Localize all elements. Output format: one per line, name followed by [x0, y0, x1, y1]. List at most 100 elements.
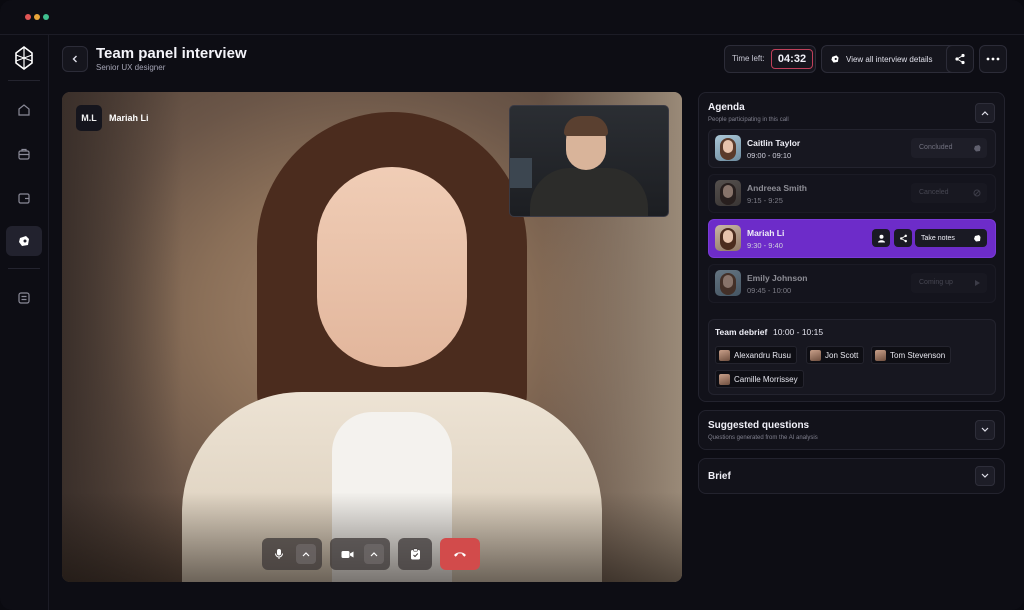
- app-logo-icon[interactable]: [14, 46, 34, 70]
- status-badge: Canceled: [911, 183, 987, 203]
- share-icon: [899, 234, 907, 242]
- share-button[interactable]: [946, 45, 974, 73]
- brief-panel[interactable]: Brief: [698, 458, 1005, 494]
- avatar: [810, 349, 821, 361]
- suggested-questions-expand-button[interactable]: [975, 420, 995, 440]
- camera-control-group: [330, 538, 390, 570]
- suggested-questions-panel[interactable]: Suggested questions Questions generated …: [698, 410, 1005, 450]
- pip-background-monitor: [510, 158, 532, 188]
- debrief-participant-chip[interactable]: Alexandru Rusu: [715, 346, 797, 364]
- app-window: Team panel interview Senior UX designer …: [0, 0, 1024, 610]
- notes-control-group: [398, 538, 432, 570]
- wallet-icon: [18, 193, 30, 204]
- take-notes-label: Take notes: [921, 234, 955, 242]
- sidebar-item-jobs[interactable]: [6, 139, 42, 169]
- participant-name: Mariah Li: [109, 113, 149, 123]
- home-icon: [18, 104, 30, 116]
- view-details-label: View all interview details: [846, 54, 933, 64]
- agenda-row-time: 9:15 - 9:25: [747, 196, 783, 205]
- chevron-left-icon: [72, 55, 77, 63]
- avatar: [715, 180, 741, 206]
- self-view-video[interactable]: [509, 105, 669, 217]
- chevron-up-icon: [302, 552, 310, 557]
- user-icon: [877, 234, 885, 242]
- interview-icon: [19, 236, 29, 246]
- sidebar-item-wallet[interactable]: [6, 183, 42, 213]
- agenda-row-time: 09:00 - 09:10: [747, 151, 792, 160]
- avatar: [719, 373, 730, 385]
- agenda-panel: Agenda People participating in this call…: [698, 92, 1005, 402]
- agenda-row-name: Emily Johnson: [747, 273, 808, 283]
- agenda-row-name: Caitlin Taylor: [747, 138, 801, 148]
- chip-label: Jon Scott: [825, 350, 859, 360]
- debrief-time: 10:00 - 10:15: [773, 327, 824, 337]
- participant-name-tag: M.L Mariah Li: [76, 105, 149, 131]
- clipboard-icon: [410, 548, 420, 560]
- back-button[interactable]: [62, 46, 88, 72]
- team-debrief-card: Team debrief 10:00 - 10:15 Alexandru Rus…: [708, 319, 996, 395]
- chip-label: Camille Morrissey: [734, 374, 798, 384]
- mic-options-button[interactable]: [296, 544, 316, 564]
- agenda-row-andreea-smith[interactable]: Andreea Smith 9:15 - 9:25 Canceled: [708, 174, 996, 213]
- share-icon: [955, 53, 965, 65]
- sidebar-item-home[interactable]: [6, 95, 42, 125]
- debrief-participant-chip[interactable]: Jon Scott: [806, 346, 865, 364]
- avatar: [715, 225, 741, 251]
- sidebar-divider: [8, 268, 40, 269]
- interview-icon: [831, 55, 839, 63]
- suggested-questions-title: Suggested questions: [708, 420, 810, 431]
- agenda-row-time: 9:30 - 9:40: [747, 241, 783, 250]
- agenda-row-caitlin-taylor[interactable]: Caitlin Taylor 09:00 - 09:10 Concluded: [708, 129, 996, 168]
- minimize-window-dot[interactable]: [34, 14, 40, 20]
- microphone-icon: [275, 549, 283, 559]
- time-left-label: Time left:: [732, 54, 765, 63]
- chevron-up-icon: [981, 111, 989, 116]
- sidebar-item-settings[interactable]: [6, 283, 42, 313]
- more-horizontal-icon: [986, 57, 1000, 61]
- chip-label: Alexandru Rusu: [734, 350, 791, 360]
- take-notes-button[interactable]: Take notes: [915, 229, 987, 247]
- briefcase-icon: [18, 148, 30, 160]
- debrief-title: Team debrief: [715, 327, 768, 337]
- page-title: Team panel interview: [96, 45, 247, 62]
- page-subtitle: Senior UX designer: [96, 63, 166, 72]
- avatar: [715, 270, 741, 296]
- agenda-title: Agenda: [708, 102, 745, 113]
- pip-person-body: [530, 168, 648, 216]
- chip-label: Tom Stevenson: [890, 350, 946, 360]
- share-participant-button[interactable]: [894, 229, 912, 247]
- clipboard-button[interactable]: [407, 546, 423, 562]
- hang-up-icon: [454, 552, 466, 557]
- chevron-down-icon: [981, 473, 989, 478]
- suggested-questions-subtitle: Questions generated from the AI analysis: [708, 435, 818, 441]
- agenda-row-emily-johnson[interactable]: Emily Johnson 09:45 - 10:00 Coming up: [708, 264, 996, 303]
- time-left-box: Time left: 04:32: [724, 45, 816, 73]
- sidebar-item-interviews[interactable]: [6, 226, 42, 256]
- camera-options-button[interactable]: [364, 544, 384, 564]
- profile-button[interactable]: [872, 229, 890, 247]
- main-video-feed: M.L Mariah Li: [62, 92, 682, 582]
- interview-icon: [974, 145, 981, 152]
- agenda-row-mariah-li[interactable]: Mariah Li 9:30 - 9:40 Take notes: [708, 219, 996, 258]
- agenda-row-name: Mariah Li: [747, 228, 785, 238]
- brief-title: Brief: [708, 471, 731, 482]
- debrief-participant-chip[interactable]: Tom Stevenson: [871, 346, 952, 364]
- close-window-dot[interactable]: [25, 14, 31, 20]
- status-badge: Concluded: [911, 138, 987, 158]
- more-options-button[interactable]: [979, 45, 1007, 73]
- mic-button[interactable]: [271, 546, 287, 562]
- time-left-value: 04:32: [771, 49, 813, 69]
- agenda-collapse-button[interactable]: [975, 103, 995, 123]
- maximize-window-dot[interactable]: [43, 14, 49, 20]
- camera-button[interactable]: [339, 546, 355, 562]
- canceled-icon: [973, 189, 981, 197]
- debrief-participant-chip[interactable]: Camille Morrissey: [715, 370, 804, 388]
- avatar: [715, 135, 741, 161]
- status-label: Coming up: [919, 279, 953, 286]
- chevron-up-icon: [370, 552, 378, 557]
- pip-person-hair: [564, 116, 608, 136]
- mic-control-group: [262, 538, 322, 570]
- end-call-button[interactable]: [440, 538, 480, 570]
- brief-expand-button[interactable]: [975, 466, 995, 486]
- avatar: [875, 349, 886, 361]
